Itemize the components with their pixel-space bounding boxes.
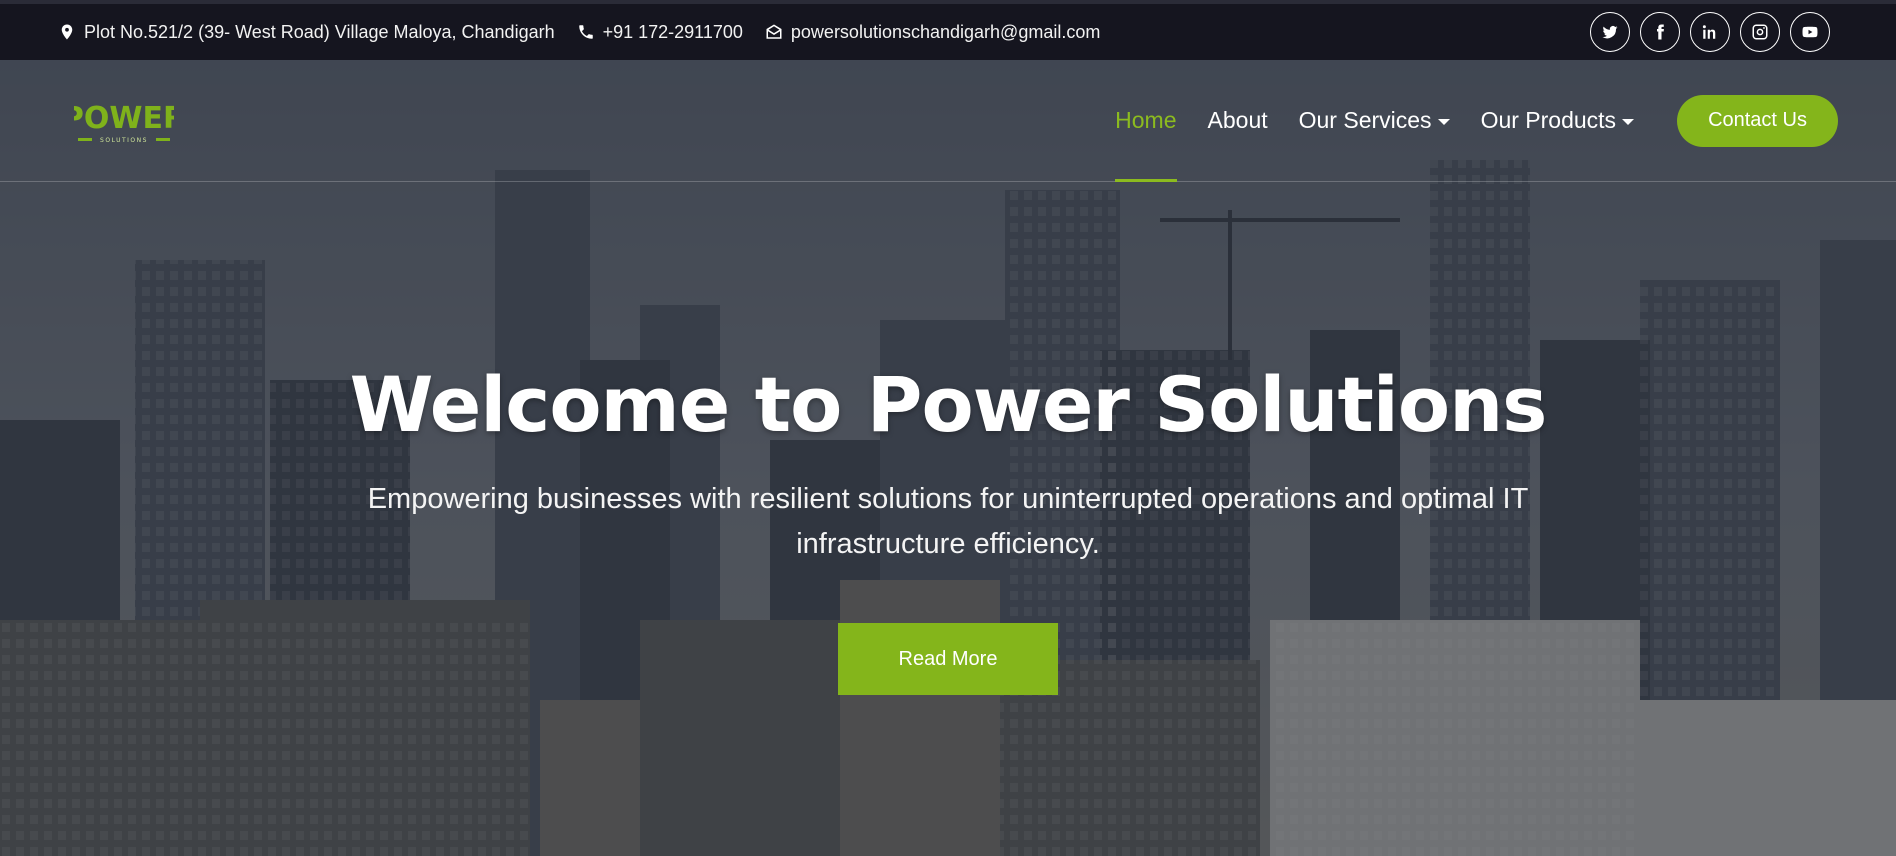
phone-text[interactable]: +91 172-2911700 [603, 22, 743, 43]
hero-section: POWER SOLUTIONS Home About Our Services … [0, 60, 1896, 856]
social-links [1590, 12, 1838, 52]
youtube-link[interactable] [1790, 12, 1830, 52]
nav-home[interactable]: Home [1115, 60, 1177, 182]
nav-our-services[interactable]: Our Services [1299, 60, 1450, 181]
twitter-link[interactable] [1590, 12, 1630, 52]
nav-about-label: About [1207, 107, 1268, 133]
linkedin-icon [1702, 25, 1716, 39]
facebook-link[interactable] [1640, 12, 1680, 52]
instagram-icon [1752, 24, 1768, 40]
email-text[interactable]: powersolutionschandigarh@gmail.com [791, 22, 1100, 43]
svg-text:SOLUTIONS: SOLUTIONS [100, 137, 148, 144]
nav-about[interactable]: About [1208, 60, 1268, 181]
address-text: Plot No.521/2 (39- West Road) Village Ma… [84, 21, 555, 42]
nav-menu: Home About Our Services Our Products Con… [1115, 60, 1838, 182]
nav-our-services-label: Our Services [1298, 107, 1432, 133]
map-pin-icon [61, 24, 73, 40]
main-navbar: POWER SOLUTIONS Home About Our Services … [0, 60, 1896, 182]
address: Plot No.521/2 (39- West Road) Village Ma… [58, 22, 555, 43]
nav-our-products-label: Our Products [1480, 107, 1617, 133]
caret-down-icon [1437, 118, 1450, 125]
facebook-icon [1657, 24, 1664, 40]
linkedin-link[interactable] [1690, 12, 1730, 52]
phone-icon [578, 25, 593, 39]
hero-subtitle: Empowering businesses with resilient sol… [367, 483, 1529, 560]
hero-content: Welcome to Power Solutions Empowering bu… [0, 360, 1896, 695]
phone[interactable]: +91 172-2911700 [577, 22, 743, 43]
nav-home-label: Home [1115, 107, 1177, 133]
svg-text:POWER: POWER [74, 101, 174, 136]
nav-our-products[interactable]: Our Products [1481, 60, 1635, 181]
power-solutions-logo[interactable]: POWER SOLUTIONS [62, 88, 186, 154]
top-contact-bar: Plot No.521/2 (39- West Road) Village Ma… [0, 0, 1896, 60]
email[interactable]: powersolutionschandigarh@gmail.com [765, 22, 1100, 43]
envelope-open-icon [766, 24, 782, 39]
instagram-link[interactable] [1740, 12, 1780, 52]
contact-us-button[interactable]: Contact Us [1677, 94, 1838, 147]
youtube-icon [1802, 26, 1818, 38]
twitter-icon [1602, 25, 1618, 39]
caret-down-icon [1622, 118, 1635, 125]
hero-title: Welcome to Power Solutions [349, 360, 1548, 449]
read-more-button[interactable]: Read More [838, 623, 1058, 695]
